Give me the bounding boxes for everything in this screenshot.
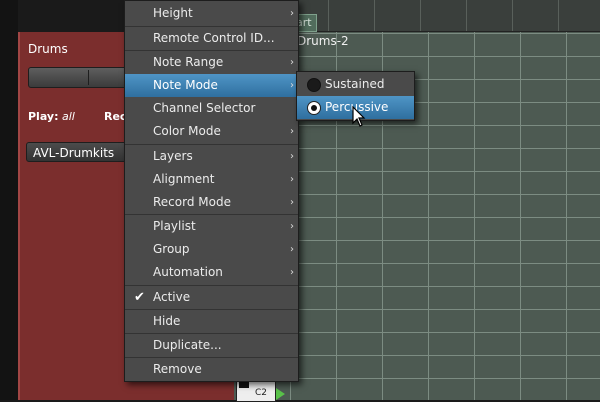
submenu-arrow-icon: › — [290, 197, 294, 208]
menu-item-label: Color Mode — [153, 124, 221, 138]
ruler-tick — [328, 0, 329, 31]
menu-item-note-mode[interactable]: Note Mode › — [125, 74, 298, 97]
menu-item-active[interactable]: ✔ Active — [125, 286, 298, 309]
play-value: all — [62, 110, 75, 123]
submenu-arrow-icon: › — [290, 80, 294, 91]
radio-unselected-icon — [307, 78, 321, 92]
ruler-tick — [466, 0, 467, 31]
menu-item-label: Layers — [153, 149, 193, 163]
menu-item-label: Active — [153, 290, 191, 304]
ruler-tick — [512, 0, 513, 31]
track-list-gutter — [0, 0, 18, 400]
black-key — [239, 382, 249, 388]
play-marker-icon — [276, 388, 285, 400]
submenu-item-label: Sustained — [325, 77, 385, 91]
menu-item-group[interactable]: Group › — [125, 238, 298, 261]
ruler-tick — [558, 0, 559, 31]
mouse-cursor-icon — [352, 106, 366, 127]
track-name[interactable]: Drums — [28, 42, 68, 56]
checkmark-icon: ✔ — [134, 290, 145, 305]
menu-item-label: Automation — [153, 265, 223, 279]
submenu-arrow-icon: › — [290, 174, 294, 185]
mini-keyboard[interactable]: C2 — [236, 379, 276, 402]
menu-item-label: Remove — [153, 362, 202, 376]
menu-item-alignment[interactable]: Alignment › — [125, 168, 298, 191]
submenu-item-sustained[interactable]: Sustained — [297, 73, 414, 96]
menu-item-label: Group — [153, 242, 190, 256]
menu-item-layers[interactable]: Layers › — [125, 145, 298, 168]
track-context-menu: Height › Remote Control ID... Note Range… — [124, 0, 299, 382]
menu-item-label: Height — [153, 6, 193, 20]
submenu-arrow-icon: › — [290, 126, 294, 137]
menu-item-label: Alignment — [153, 172, 215, 186]
submenu-arrow-icon: › — [290, 267, 294, 278]
menu-item-label: Playlist — [153, 219, 196, 233]
submenu-arrow-icon: › — [290, 244, 294, 255]
region-name[interactable]: Drums-2 — [297, 34, 349, 48]
playlist-info: Play: all — [28, 110, 75, 123]
menu-item-label: Record Mode — [153, 195, 231, 209]
menu-item-duplicate[interactable]: Duplicate... — [125, 334, 298, 357]
submenu-arrow-icon: › — [290, 221, 294, 232]
menu-item-record-mode[interactable]: Record Mode › — [125, 191, 298, 214]
menu-item-color-mode[interactable]: Color Mode › — [125, 120, 298, 143]
menu-item-label: Note Mode — [153, 78, 218, 92]
ruler-tick — [374, 0, 375, 31]
menu-item-label: Channel Selector — [153, 101, 256, 115]
menu-item-playlist[interactable]: Playlist › — [125, 215, 298, 238]
menu-item-label: Remote Control ID... — [153, 31, 275, 45]
submenu-arrow-icon: › — [290, 57, 294, 68]
menu-item-label: Note Range — [153, 55, 224, 69]
fader-handle[interactable] — [88, 70, 89, 85]
submenu-arrow-icon: › — [290, 151, 294, 162]
menu-item-height[interactable]: Height › — [125, 2, 298, 25]
menu-item-remove[interactable]: Remove — [125, 358, 298, 381]
menu-item-label: Hide — [153, 314, 181, 328]
note-label: C2 — [255, 388, 268, 398]
menu-item-label: Duplicate... — [153, 338, 222, 352]
radio-selected-icon — [307, 101, 321, 115]
play-key: Play: — [28, 110, 59, 123]
menu-item-channel-selector[interactable]: Channel Selector — [125, 97, 298, 120]
menu-item-remote-control-id[interactable]: Remote Control ID... — [125, 27, 298, 50]
menu-item-automation[interactable]: Automation › — [125, 261, 298, 284]
menu-item-hide[interactable]: Hide — [125, 310, 298, 333]
menu-item-note-range[interactable]: Note Range › — [125, 51, 298, 74]
ruler-tick — [420, 0, 421, 31]
submenu-arrow-icon: › — [290, 8, 294, 19]
